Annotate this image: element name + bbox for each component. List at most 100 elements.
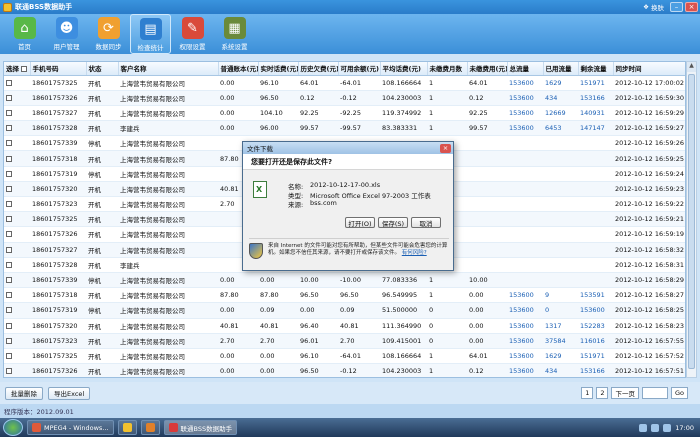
row-checkbox[interactable]	[6, 216, 12, 223]
row-checkbox[interactable]	[6, 79, 12, 86]
column-header[interactable]: 实时话费(元)	[258, 62, 299, 76]
file-source-value: bss.com	[310, 199, 337, 207]
column-header[interactable]: 已用流量	[543, 62, 579, 76]
excel-file-icon	[253, 181, 267, 198]
table-row[interactable]: 18601757319 停机 上海营韦贸易有限公司 0.00 0.09 0.00 0.09 5…	[4, 302, 685, 319]
page-input[interactable]: 2	[596, 387, 609, 399]
toolbar-lock-button[interactable]: ✎ 权限设置	[172, 14, 213, 54]
row-checkbox[interactable]	[6, 94, 12, 101]
row-checkbox[interactable]	[6, 109, 12, 116]
go-button[interactable]: Go	[670, 387, 688, 399]
save-button[interactable]: 保存(S)	[378, 217, 408, 228]
row-checkbox[interactable]	[6, 368, 12, 375]
table-row[interactable]: 18601757318 开机 上海营韦贸易有限公司 87.80 87.80 96.50 96…	[4, 287, 685, 304]
table-row[interactable]: 18601757326 开机 上海营韦贸易有限公司 0.00 96.50 0.12 -0.1…	[4, 90, 685, 106]
column-header[interactable]: 可用余额(元)	[338, 62, 381, 76]
taskbar-item[interactable]	[140, 420, 160, 435]
main-toolbar: ⌂ 首页 ☻ 用户管理 ⟳ 数据同步 ▤ 检查统计 ✎ 权限设置 ▦ 系统设置	[0, 14, 700, 54]
clock[interactable]: 17:00	[675, 424, 694, 432]
page-current[interactable]: 1	[581, 387, 594, 399]
toolbar-label: 首页	[18, 43, 31, 51]
column-header[interactable]: 客户名称	[118, 62, 219, 76]
table-cell: 停机	[86, 166, 118, 182]
column-header[interactable]: 剩余流量	[578, 62, 614, 76]
table-row[interactable]: 18601757325 开机 上海营韦贸易有限公司 0.00 96.10 64.01 -64…	[4, 75, 685, 91]
table-cell: 开机	[86, 226, 118, 243]
next-page-button[interactable]: 下一页	[611, 387, 639, 399]
page-jump-input[interactable]	[641, 387, 668, 399]
toolbar-user-button[interactable]: ☻ 用户管理	[46, 14, 87, 54]
table-cell: 开机	[86, 196, 118, 213]
scroll-thumb[interactable]	[688, 74, 695, 369]
row-checkbox[interactable]	[6, 155, 12, 162]
row-checkbox[interactable]	[6, 337, 12, 344]
row-checkbox[interactable]	[6, 352, 12, 359]
column-header[interactable]: 同步时间	[613, 62, 685, 76]
tray-icon[interactable]	[651, 423, 660, 432]
row-checkbox[interactable]	[6, 246, 12, 253]
toolbar-label: 权限设置	[179, 43, 206, 51]
start-button[interactable]	[3, 419, 23, 436]
table-row[interactable]: 18601757320 开机 上海营韦贸易有限公司 40.81 40.81 96.40 40…	[4, 318, 685, 334]
table-cell: 开机	[86, 363, 118, 377]
column-header[interactable]: 未缴费用(元)	[467, 62, 508, 76]
tray-icon[interactable]	[639, 423, 648, 432]
row-checkbox[interactable]	[6, 231, 12, 238]
column-header[interactable]: 选择	[4, 62, 31, 76]
row-checkbox[interactable]	[6, 185, 12, 192]
column-header[interactable]: 总流量	[507, 62, 544, 76]
taskbar-item[interactable]: MPEG4 - Windows...	[27, 420, 114, 435]
toolbar-settings-button[interactable]: ▦ 系统设置	[214, 14, 255, 54]
row-checkbox[interactable]	[6, 292, 12, 299]
toolbar-sync-button[interactable]: ⟳ 数据同步	[88, 14, 129, 54]
column-header[interactable]: 历史欠费(元)	[298, 62, 339, 76]
table-cell: 96.10	[258, 75, 298, 91]
table-row[interactable]: 18601757339 停机 上海营韦贸易有限公司 0.00 0.00 10.00 -10.…	[4, 272, 685, 289]
risk-link[interactable]: 有何风险?	[402, 250, 427, 256]
table-cell: 0.00	[258, 348, 298, 365]
minimize-button[interactable]: –	[670, 2, 683, 12]
dialog-buttons: 打开(O) 保存(S) 取消	[243, 217, 455, 228]
export-excel-button[interactable]: 导出Excel	[48, 386, 91, 400]
row-checkbox[interactable]	[6, 322, 12, 329]
scroll-up-icon[interactable]: ▲	[687, 62, 696, 72]
table-row[interactable]: 18601757328 开机 李建兵 0.00 96.00 99.57 -99.57 83.3…	[4, 120, 685, 137]
column-header[interactable]: 普通账本(元)	[218, 62, 259, 76]
row-checkbox[interactable]	[6, 277, 12, 284]
row-checkbox[interactable]	[6, 261, 12, 268]
close-button[interactable]: ×	[685, 2, 698, 12]
table-cell: 153600	[578, 302, 613, 319]
table-row[interactable]: 18601757325 开机 上海营韦贸易有限公司 0.00 0.00 96.10 -64.…	[4, 348, 685, 365]
column-header[interactable]: 手机号码	[30, 62, 87, 76]
row-checkbox[interactable]	[6, 307, 12, 314]
row-checkbox[interactable]	[6, 201, 12, 208]
column-header[interactable]: 状态	[86, 62, 119, 76]
row-checkbox[interactable]	[6, 125, 12, 132]
toolbar-monitor-button[interactable]: ▤ 检查统计	[130, 14, 171, 54]
dialog-close-button[interactable]: ×	[440, 143, 451, 153]
table-row[interactable]: 18601757323 开机 上海营韦贸易有限公司 2.70 2.70 96.01 2.70…	[4, 333, 685, 349]
table-row[interactable]: 18601757326 开机 上海营韦贸易有限公司 0.00 0.00 96.50 -0.1…	[4, 363, 685, 377]
toolbar-home-button[interactable]: ⌂ 首页	[4, 14, 45, 54]
vertical-scrollbar[interactable]: ▲	[686, 61, 697, 378]
select-all-checkbox[interactable]	[21, 66, 27, 73]
row-checkbox[interactable]	[6, 140, 12, 147]
table-cell: 18601757318	[30, 287, 86, 304]
skin-button[interactable]: ❖ 换肤	[643, 2, 664, 12]
taskbar-item[interactable]	[117, 420, 137, 435]
security-warning: 来自 Internet 的文件可能对您有所帮助，但某些文件可能会危害您的计算机。…	[249, 238, 449, 268]
table-cell: 1	[427, 105, 467, 122]
column-header[interactable]: 平均话费(元)	[380, 62, 428, 76]
row-checkbox[interactable]	[6, 170, 12, 177]
tray-icon[interactable]	[663, 423, 672, 432]
table-cell: 上海营韦贸易有限公司	[118, 287, 218, 304]
batch-delete-button[interactable]: 批量删除	[5, 386, 43, 400]
table-row[interactable]: 18601757327 开机 上海营韦贸易有限公司 0.00 104.10 92.25 -9…	[4, 105, 685, 122]
table-cell: 147147	[578, 120, 613, 137]
column-header[interactable]: 未缴费月数	[427, 62, 468, 76]
taskbar-item[interactable]: 联通BSS数据助手	[163, 420, 238, 435]
cancel-button[interactable]: 取消	[411, 217, 441, 228]
table-cell: 0.00	[258, 363, 298, 377]
table-cell	[467, 135, 507, 152]
open-button[interactable]: 打开(O)	[345, 217, 375, 228]
